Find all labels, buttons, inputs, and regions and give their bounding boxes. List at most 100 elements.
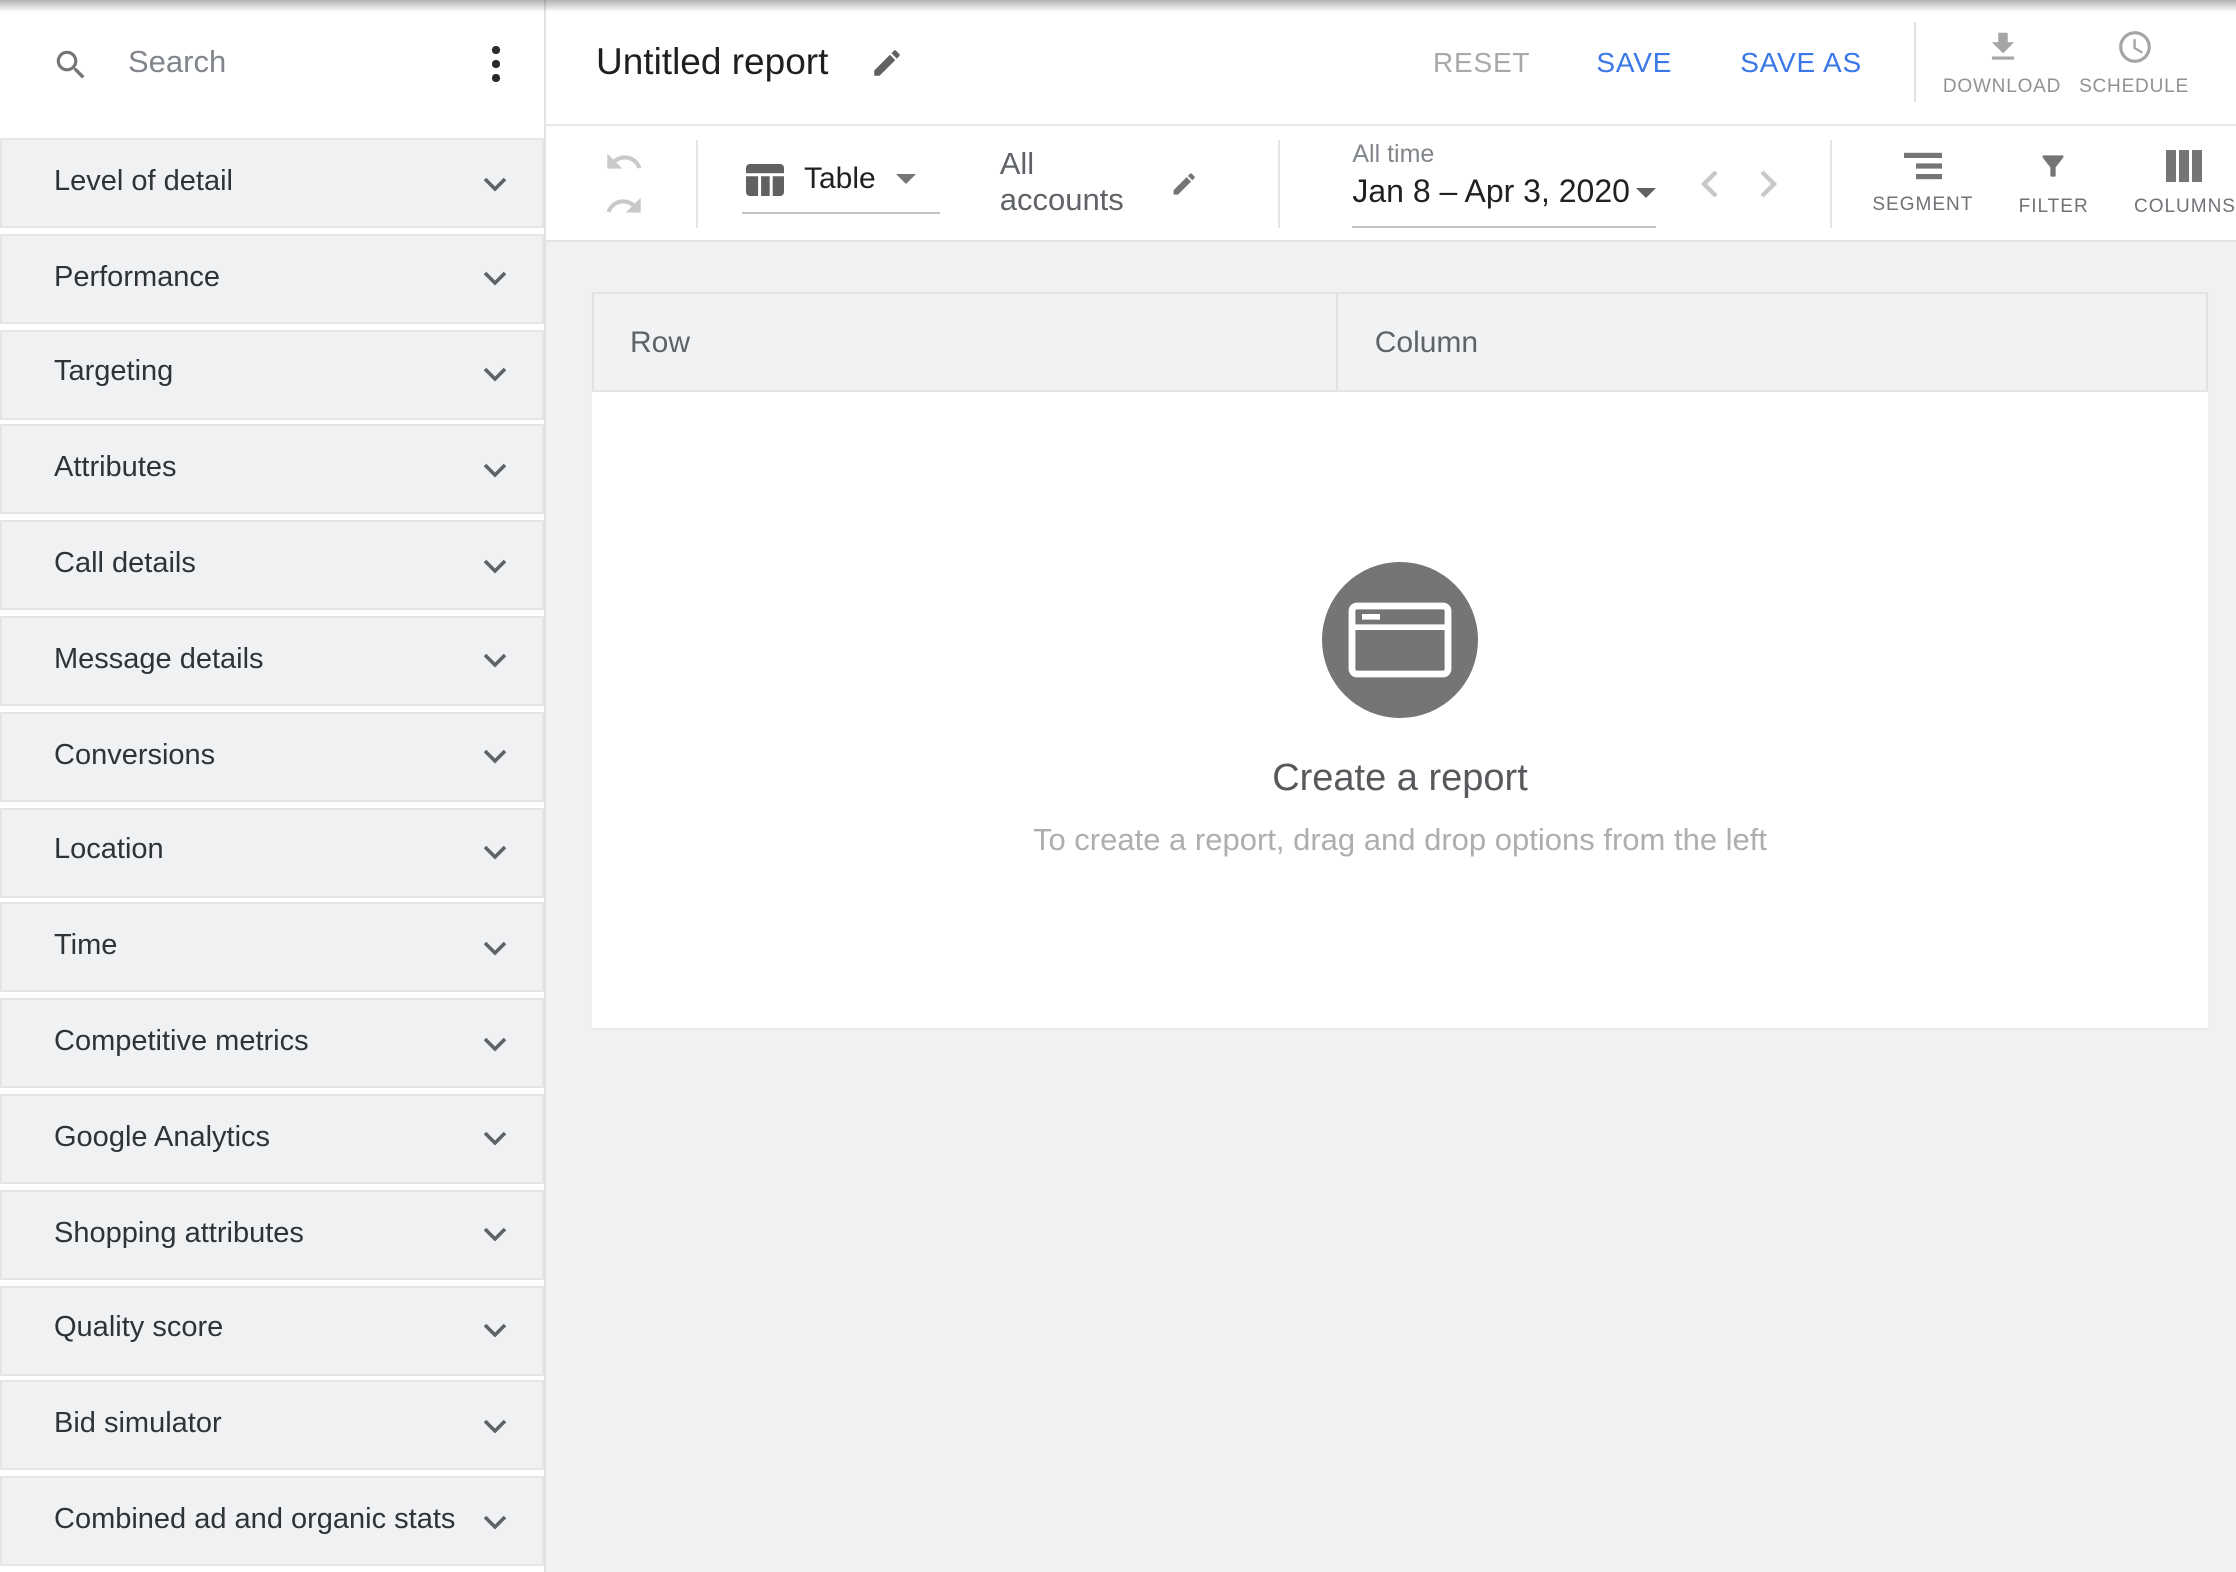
- sidebar-item-location[interactable]: Location: [0, 807, 544, 897]
- sidebar-item-label: Competitive metrics: [54, 1026, 482, 1061]
- sidebar-item-label: Quality score: [54, 1313, 482, 1348]
- sidebar-item-label: Level of detail: [54, 166, 482, 201]
- sidebar-item-label: Targeting: [54, 357, 482, 392]
- builder-header: Row Column: [592, 292, 2208, 392]
- schedule-label: SCHEDULE: [2079, 75, 2189, 97]
- sidebar-item-bid-simulator[interactable]: Bid simulator: [0, 1381, 544, 1471]
- save-button[interactable]: SAVE: [1596, 46, 1672, 78]
- sidebar-item-level-of-detail[interactable]: Level of detail: [0, 138, 544, 228]
- dimensions-sidebar: Level of detail Performance Targeting At…: [0, 0, 546, 1572]
- sidebar-item-competitive-metrics[interactable]: Competitive metrics: [0, 998, 544, 1088]
- columns-icon: [2167, 149, 2203, 181]
- sidebar-item-label: Bid simulator: [54, 1408, 482, 1443]
- account-scope-control[interactable]: All accounts: [1000, 147, 1199, 219]
- chevron-down-icon: [482, 940, 508, 956]
- dropdown-caret-icon: [1636, 188, 1656, 198]
- pencil-icon: [1170, 167, 1198, 199]
- row-drop-zone[interactable]: Row: [594, 294, 1339, 390]
- report-editor-app: Level of detail Performance Targeting At…: [0, 0, 2236, 1572]
- segment-icon: [1904, 151, 1942, 179]
- chevron-down-icon: [482, 1418, 508, 1434]
- browser-window-icon: [1348, 601, 1452, 677]
- filter-icon: [2037, 149, 2071, 181]
- title-bar: Untitled report RESET SAVE SAVE AS DOWNL…: [546, 0, 2236, 126]
- undo-redo-group: [604, 141, 644, 225]
- sidebar-item-time[interactable]: Time: [0, 903, 544, 993]
- chevron-down-icon: [482, 653, 508, 669]
- chevron-down-icon: [482, 1035, 508, 1051]
- sidebar-item-targeting[interactable]: Targeting: [0, 329, 544, 419]
- report-empty-icon: [1322, 561, 1478, 717]
- filter-button[interactable]: FILTER: [2003, 149, 2104, 217]
- undo-icon[interactable]: [604, 141, 644, 181]
- sidebar-item-label: Location: [54, 835, 482, 870]
- toolbar-divider: [1278, 139, 1280, 227]
- header-divider: [1914, 22, 1916, 102]
- segment-button[interactable]: SEGMENT: [1872, 151, 1973, 215]
- chevron-right-icon: [1758, 167, 1778, 199]
- report-builder-card: Row Column Create a report To create a r…: [592, 292, 2208, 1028]
- sidebar-item-attributes[interactable]: Attributes: [0, 425, 544, 515]
- report-toolbar: Table All accounts All time Jan 8 – Apr …: [546, 126, 2236, 242]
- toolbar-divider: [696, 139, 698, 227]
- sidebar-item-label: Attributes: [54, 452, 482, 487]
- column-header-label: Column: [1375, 325, 1478, 359]
- columns-label: COLUMNS: [2134, 195, 2236, 217]
- sidebar-item-performance[interactable]: Performance: [0, 234, 544, 324]
- sidebar-item-combined-ad-and-organic-stats[interactable]: Combined ad and organic stats: [0, 1476, 544, 1566]
- sidebar-item-shopping-attributes[interactable]: Shopping attributes: [0, 1190, 544, 1280]
- sidebar-item-label: Performance: [54, 261, 482, 296]
- chevron-down-icon: [482, 462, 508, 478]
- chevron-down-icon: [482, 366, 508, 382]
- sidebar-item-label: Call details: [54, 548, 482, 583]
- download-button[interactable]: DOWNLOAD: [1936, 27, 2068, 97]
- chevron-down-icon: [482, 844, 508, 860]
- next-period-button[interactable]: [1754, 163, 1782, 203]
- sidebar-item-quality-score[interactable]: Quality score: [0, 1285, 544, 1375]
- chevron-down-icon: [482, 175, 508, 191]
- view-type-dropdown[interactable]: Table: [742, 152, 940, 214]
- chevron-down-icon: [482, 271, 508, 287]
- column-drop-zone[interactable]: Column: [1339, 294, 2206, 390]
- report-canvas: Row Column Create a report To create a r…: [546, 242, 2236, 1572]
- empty-state-title: Create a report: [1272, 757, 1528, 801]
- sidebar-overflow-menu-icon[interactable]: [481, 39, 512, 89]
- row-header-label: Row: [630, 325, 690, 359]
- search-input[interactable]: [124, 44, 481, 84]
- sidebar-item-google-analytics[interactable]: Google Analytics: [0, 1094, 544, 1184]
- chevron-down-icon: [482, 1227, 508, 1243]
- edit-title-button[interactable]: [870, 45, 904, 79]
- page-title: Untitled report: [596, 40, 828, 84]
- sidebar-item-call-details[interactable]: Call details: [0, 520, 544, 610]
- category-list: Level of detail Performance Targeting At…: [0, 128, 544, 1566]
- segment-label: SEGMENT: [1872, 193, 1973, 215]
- schedule-button[interactable]: SCHEDULE: [2068, 27, 2200, 97]
- sidebar-item-label: Message details: [54, 643, 482, 678]
- account-scope-label: All accounts: [1000, 147, 1148, 219]
- search-icon: [52, 45, 90, 83]
- table-icon: [746, 163, 784, 195]
- previous-period-button[interactable]: [1696, 163, 1724, 203]
- main-content: Untitled report RESET SAVE SAVE AS DOWNL…: [546, 0, 2236, 1572]
- empty-state: Create a report To create a report, drag…: [592, 392, 2208, 1028]
- view-type-label: Table: [804, 162, 876, 196]
- chevron-left-icon: [1700, 167, 1720, 199]
- chevron-down-icon: [482, 557, 508, 573]
- sidebar-item-message-details[interactable]: Message details: [0, 616, 544, 706]
- sidebar-item-conversions[interactable]: Conversions: [0, 712, 544, 802]
- redo-icon[interactable]: [604, 185, 644, 225]
- dropdown-caret-icon: [896, 174, 916, 184]
- clock-icon: [2115, 27, 2153, 65]
- sidebar-item-label: Shopping attributes: [54, 1217, 482, 1252]
- save-as-button[interactable]: SAVE AS: [1740, 46, 1862, 78]
- date-range-dropdown[interactable]: All time Jan 8 – Apr 3, 2020: [1352, 139, 1656, 227]
- date-range-row: Jan 8 – Apr 3, 2020: [1352, 175, 1656, 211]
- reset-button[interactable]: RESET: [1433, 46, 1530, 78]
- filter-label: FILTER: [2019, 195, 2089, 217]
- chevron-down-icon: [482, 1322, 508, 1338]
- empty-state-subtitle: To create a report, drag and drop option…: [1033, 823, 1767, 859]
- download-icon: [1983, 27, 2021, 65]
- sidebar-item-label: Google Analytics: [54, 1121, 482, 1156]
- columns-button[interactable]: COLUMNS: [2134, 149, 2236, 217]
- header-actions: RESET SAVE SAVE AS DOWNLOAD SCHEDULE: [1433, 22, 2200, 102]
